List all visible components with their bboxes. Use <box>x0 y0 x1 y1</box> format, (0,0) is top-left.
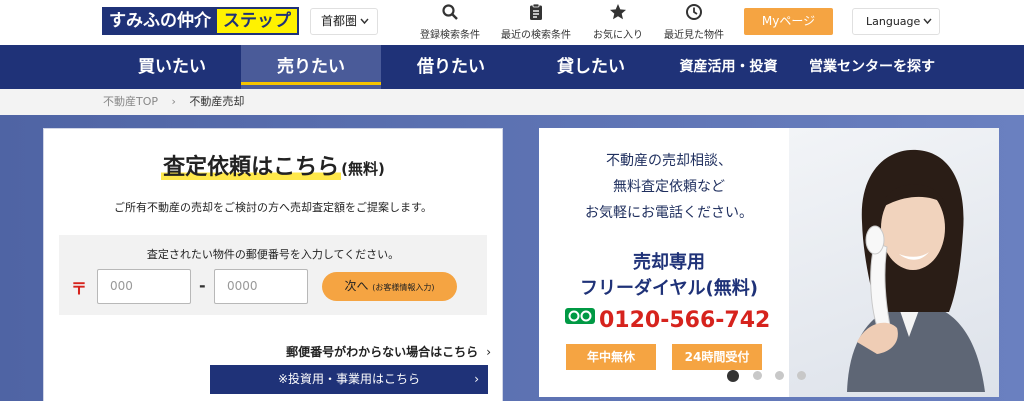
logo-text-main: すみふの仲介 <box>104 9 217 33</box>
carousel-dot-1[interactable] <box>727 370 739 382</box>
form-title-text: 査定依頼はこちら <box>161 155 342 180</box>
next-button-sub: (お客様情報入力) <box>372 283 435 292</box>
nav-rent[interactable]: 借りたい <box>381 45 521 89</box>
breadcrumb: 不動産TOP › 不動産売却 <box>0 89 1024 115</box>
zip-label: 査定されたい物件の郵便番号を入力してください。 <box>146 248 400 261</box>
nav-buy[interactable]: 買いたい <box>103 45 241 89</box>
recently-viewed-link[interactable]: 最近見た物件 <box>649 3 739 41</box>
zip-entry-box: 査定されたい物件の郵便番号を入力してください。 〒 000 - 0000 次へ … <box>59 235 487 315</box>
hero-section: 査定依頼はこちら (無料) ご所有不動産の売却をご検討の方へ売却査定額をご提案しま… <box>0 115 1024 401</box>
postal-mark-icon: 〒 <box>71 279 88 298</box>
investment-use-button[interactable]: ※投資用・事業用はこちら › <box>210 365 488 394</box>
language-label: Language <box>866 15 921 28</box>
clock-icon <box>649 3 739 23</box>
unknown-zip-label: 郵便番号がわからない場合はこちら <box>286 345 479 359</box>
recently-viewed-label: 最近見た物件 <box>664 30 724 41</box>
chevron-right-icon: › <box>474 372 479 386</box>
site-logo[interactable]: すみふの仲介 ステップ <box>102 7 299 35</box>
badge-24-hours: 24時間受付 <box>672 344 762 370</box>
investment-use-label: ※投資用・事業用はこちら <box>277 372 421 386</box>
carousel-dot-4[interactable] <box>797 371 806 380</box>
nav-investment[interactable]: 資産活用・投資 <box>661 45 796 89</box>
banner-line-3: お気軽にお電話ください。 <box>585 205 753 221</box>
saved-search-label: 登録検索条件 <box>420 30 480 41</box>
banner-heading-2: フリーダイヤル(無料) <box>580 278 758 299</box>
nav-office-search[interactable]: 営業センターを探す <box>796 45 948 89</box>
next-button[interactable]: 次へ (お客様情報入力) <box>322 272 457 301</box>
breadcrumb-current: 不動産売却 <box>189 95 245 108</box>
operator-photo <box>847 149 985 392</box>
form-subtitle: ご所有不動産の売却をご検討の方へ売却査定額をご提案します。 <box>114 201 432 214</box>
chevron-down-icon <box>360 9 369 44</box>
form-title: 査定依頼はこちら (無料) <box>44 149 502 181</box>
main-nav: 買いたい 売りたい 借りたい 貸したい 資産活用・投資 営業センターを探す <box>0 45 1024 89</box>
freedial-banner[interactable]: 不動産の売却相談、 無料査定依頼など お気軽にお電話ください。 売却専用 フリー… <box>539 128 999 397</box>
chevron-right-icon: › <box>486 345 491 359</box>
carousel-dot-3[interactable] <box>775 371 784 380</box>
breadcrumb-separator: › <box>171 95 176 108</box>
badge-open-all-year: 年中無休 <box>566 344 656 370</box>
logo-text-step: ステップ <box>217 9 297 33</box>
appraisal-form-card: 査定依頼はこちら (無料) ご所有不動産の売却をご検討の方へ売却査定額をご提案しま… <box>43 128 503 401</box>
region-label: 首都圏 <box>321 14 358 28</box>
nav-sell[interactable]: 売りたい <box>241 45 381 89</box>
recent-search-label: 最近の検索条件 <box>501 30 571 41</box>
search-icon <box>405 3 495 23</box>
zip-first-input[interactable]: 000 <box>97 269 191 304</box>
language-select[interactable]: Language <box>852 8 940 35</box>
next-button-label: 次へ <box>344 279 369 293</box>
chevron-down-icon <box>923 9 932 44</box>
phone-number: 0120-566-742 <box>599 308 771 333</box>
form-title-free: (無料) <box>341 160 385 178</box>
banner-line-1: 不動産の売却相談、 <box>606 153 732 169</box>
banner-line-2: 無料査定依頼など <box>613 179 725 195</box>
mypage-button[interactable]: Myページ <box>744 8 833 35</box>
site-header: すみふの仲介 ステップ 首都圏 登録検索条件 最近の検索条件 お気に入り 最近見… <box>0 0 1024 45</box>
region-select[interactable]: 首都圏 <box>310 8 378 35</box>
zip-dash: - <box>199 276 206 295</box>
clipboard-icon <box>491 3 581 23</box>
freedial-number[interactable]: 0120-566-742 <box>565 308 770 333</box>
recent-search-link[interactable]: 最近の検索条件 <box>491 3 581 41</box>
nav-lease[interactable]: 貸したい <box>521 45 661 89</box>
unknown-zip-link[interactable]: 郵便番号がわからない場合はこちら › <box>256 343 491 360</box>
saved-search-link[interactable]: 登録検索条件 <box>405 3 495 41</box>
banner-heading-1: 売却専用 <box>633 252 705 273</box>
breadcrumb-home[interactable]: 不動産TOP <box>103 95 158 108</box>
freedial-icon <box>565 308 595 324</box>
zip-second-input[interactable]: 0000 <box>214 269 308 304</box>
carousel-dot-2[interactable] <box>753 371 762 380</box>
